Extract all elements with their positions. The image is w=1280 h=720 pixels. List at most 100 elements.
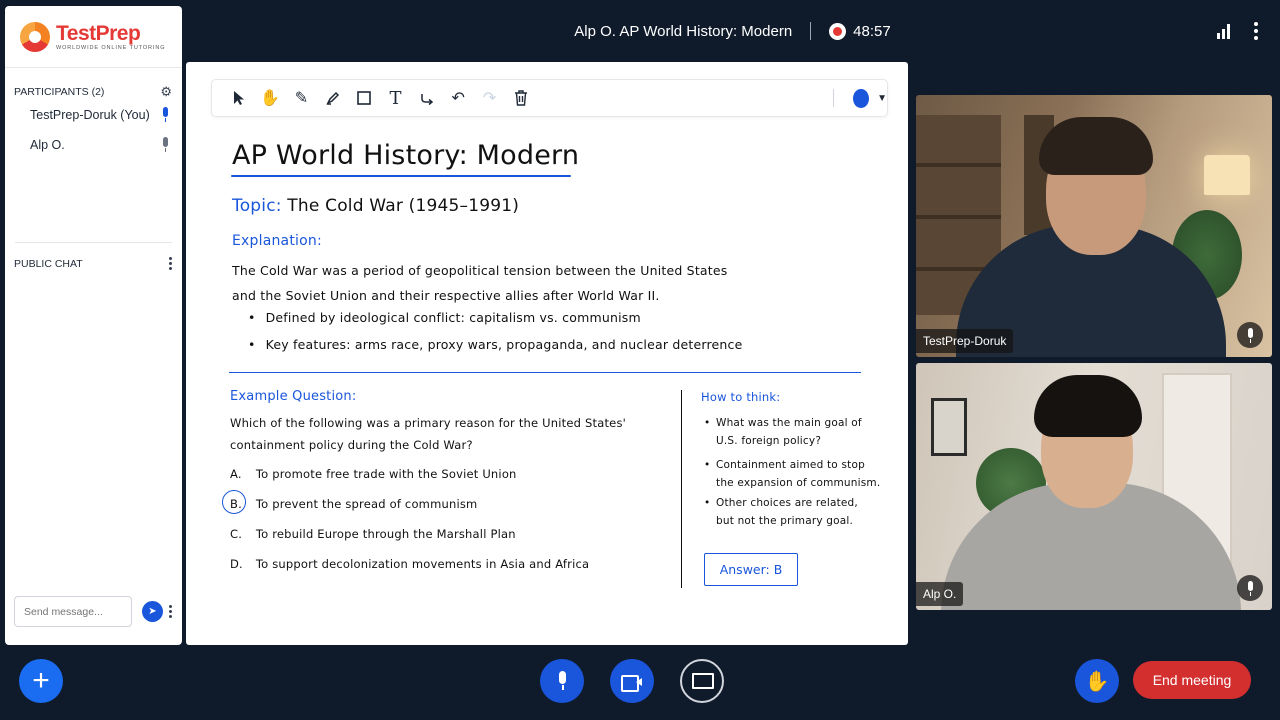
chat-options-icon[interactable] <box>169 605 172 618</box>
participant-video-figure <box>1034 375 1142 437</box>
camera-toggle-button[interactable] <box>610 659 654 703</box>
chat-message-input[interactable] <box>14 596 132 627</box>
option-text: To promote free trade with the Soviet Un… <box>255 467 517 481</box>
sidebar: TestPrep WORLDWIDE ONLINE TUTORING PARTI… <box>5 6 182 645</box>
highlighter-icon[interactable] <box>317 83 348 113</box>
logo-name: TestPrep <box>56 21 141 45</box>
how-to-think-label: How to think: <box>701 390 781 404</box>
public-chat-header: PUBLIC CHAT <box>5 243 182 270</box>
how-to-think-item: Other choices are related, but not the p… <box>704 494 884 530</box>
pan-hand-icon[interactable]: ✋ <box>254 83 285 113</box>
video-name-tag: TestPrep-Doruk <box>916 329 1014 353</box>
question-line: Which of the following was a primary rea… <box>230 416 627 430</box>
text-tool-icon[interactable]: T <box>380 83 411 113</box>
hint-line: but not the primary goal. <box>716 515 854 527</box>
mic-icon <box>161 137 170 153</box>
participant-item[interactable]: Alp O. <box>5 130 182 160</box>
mic-toggle-button[interactable] <box>540 659 584 703</box>
explanation-line: The Cold War was a period of geopolitica… <box>232 263 728 278</box>
hint-line: Containment aimed to stop <box>716 459 865 471</box>
raise-hand-button[interactable]: ✋ <box>1075 659 1119 703</box>
hint-line: What was the main goal of <box>716 417 862 429</box>
option-text: To rebuild Europe through the Marshall P… <box>255 527 516 541</box>
public-chat-title: PUBLIC CHAT <box>14 257 83 270</box>
participants-header: PARTICIPANTS (2) ⚙ <box>5 84 182 100</box>
answer-option: A. To promote free trade with the Soviet… <box>230 467 517 481</box>
option-letter: B. <box>230 497 242 511</box>
logo-mark-icon <box>20 21 50 52</box>
video-name-tag: Alp O. <box>916 582 964 606</box>
screen-share-button[interactable] <box>680 659 724 703</box>
end-meeting-button[interactable]: End meeting <box>1133 661 1251 699</box>
explanation-line: and the Soviet Union and their respectiv… <box>232 288 660 303</box>
answer-option: B. To prevent the spread of communism <box>230 497 477 511</box>
mic-icon <box>1237 575 1263 601</box>
chat-menu-icon[interactable] <box>169 257 172 270</box>
color-picker-swatch[interactable] <box>853 88 870 108</box>
chat-input-row: ➤ <box>14 596 173 627</box>
explanation-text: The Cold War was a period of geopolitica… <box>232 258 792 308</box>
participants-title: PARTICIPANTS (2) <box>14 86 105 98</box>
select-tool-icon[interactable] <box>223 83 254 113</box>
toolbar-divider <box>832 89 834 107</box>
option-letter: C. <box>230 527 243 541</box>
how-to-think-item: What was the main goal of U.S. foreign p… <box>704 414 884 450</box>
top-right-controls <box>1217 22 1258 40</box>
send-icon[interactable]: ➤ <box>142 601 163 622</box>
hint-line: the expansion of communism. <box>716 477 881 489</box>
mic-icon <box>1237 322 1263 348</box>
rectangle-icon[interactable] <box>348 83 379 113</box>
video-tile[interactable]: Alp O. <box>916 363 1272 610</box>
background-picture-frame <box>931 398 967 456</box>
how-to-think-item: Containment aimed to stop the expansion … <box>704 456 884 492</box>
camera-icon <box>621 674 643 692</box>
whiteboard-toolbar: ✋ ✎ T ↶ ↷ ▼ <box>211 79 888 117</box>
logo-tagline: WORLDWIDE ONLINE TUTORING <box>56 44 166 51</box>
mic-icon <box>556 671 568 691</box>
chevron-down-icon[interactable]: ▼ <box>877 93 887 104</box>
recording-timer: 48:57 <box>853 22 891 40</box>
logo: TestPrep WORLDWIDE ONLINE TUTORING <box>5 6 182 68</box>
answer-option: C. To rebuild Europe through the Marshal… <box>230 527 516 541</box>
participant-name: Alp O. <box>30 138 65 152</box>
board-title: AP World History: Modern <box>232 140 580 171</box>
topic-line: Topic: The Cold War (1945–1991) <box>232 196 519 216</box>
mic-on-icon <box>161 107 170 123</box>
gear-icon[interactable]: ⚙ <box>160 84 172 100</box>
signal-bars-icon[interactable] <box>1217 23 1230 39</box>
option-letter: A. <box>230 467 242 481</box>
answer-option: D. To support decolonization movements i… <box>230 557 589 571</box>
screen-share-icon <box>692 673 714 689</box>
connector-icon[interactable] <box>411 83 442 113</box>
whiteboard[interactable]: ✋ ✎ T ↶ ↷ ▼ AP World History: Modern Top… <box>186 62 908 645</box>
question-text: Which of the following was a primary rea… <box>230 412 670 456</box>
record-icon <box>829 22 847 40</box>
meeting-title: Alp O. AP World History: Modern <box>574 22 793 40</box>
question-line: containment policy during the Cold War? <box>230 438 473 452</box>
hint-line: Other choices are related, <box>716 497 858 509</box>
answer-box: Answer: B <box>704 553 798 586</box>
add-button[interactable]: + <box>19 659 63 703</box>
example-question-label: Example Question: <box>230 389 357 404</box>
pencil-icon[interactable]: ✎ <box>286 83 317 113</box>
plus-icon: + <box>32 664 50 697</box>
option-text: To support decolonization movements in A… <box>255 557 590 571</box>
column-divider <box>681 390 682 588</box>
video-tile[interactable]: TestPrep-Doruk <box>916 95 1272 357</box>
trash-icon[interactable] <box>505 83 536 113</box>
background-lamp <box>1204 155 1250 195</box>
kebab-menu-icon[interactable] <box>1254 22 1258 40</box>
redo-icon[interactable]: ↷ <box>474 83 505 113</box>
option-letter: D. <box>230 557 243 571</box>
option-text: To prevent the spread of communism <box>255 497 478 511</box>
participant-video-figure <box>1039 117 1153 175</box>
raise-hand-icon: ✋ <box>1084 670 1110 693</box>
topic-value: The Cold War (1945–1991) <box>287 196 520 216</box>
title-underline <box>231 175 571 177</box>
participant-item[interactable]: TestPrep-Doruk (You) <box>5 100 182 130</box>
bullet-item: Key features: arms race, proxy wars, pro… <box>248 337 743 352</box>
hint-line: U.S. foreign policy? <box>716 435 822 447</box>
title-divider <box>810 22 812 40</box>
bullet-item: Defined by ideological conflict: capital… <box>248 310 641 325</box>
undo-icon[interactable]: ↶ <box>443 83 474 113</box>
